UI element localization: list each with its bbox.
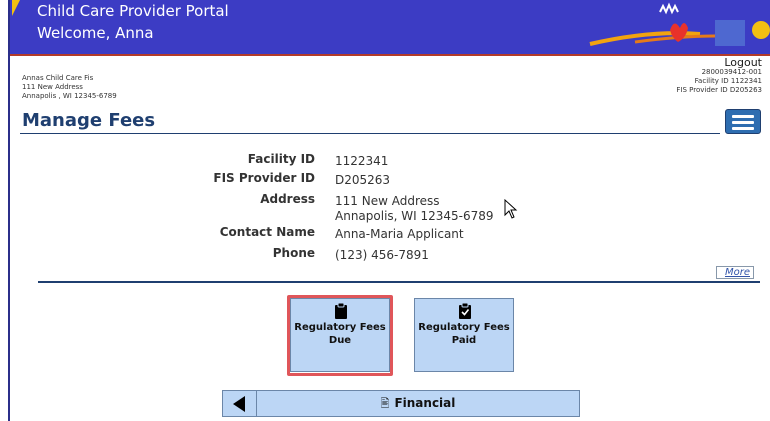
provider-address-block: Annas Child Care Fis 111 New Address Ann… <box>22 74 117 101</box>
portal-frame: Child Care Provider Portal Welcome, Anna… <box>8 0 770 421</box>
back-button[interactable] <box>223 391 257 416</box>
financial-nav-link[interactable]: 🖹 Financial <box>257 391 579 416</box>
sun-logo-icon <box>12 0 20 16</box>
more-link[interactable]: More <box>716 266 754 279</box>
menu-bar <box>732 115 754 118</box>
tile-label-line1: Regulatory Fees <box>418 322 510 333</box>
account-info-block: Logout 2800039412-001 Facility ID 112234… <box>676 57 762 95</box>
welcome-text: Welcome, Anna <box>37 24 154 42</box>
menu-bar <box>732 121 754 124</box>
provider-name: Annas Child Care Fis <box>22 74 94 82</box>
title-divider <box>20 133 720 134</box>
detail-label: Contact Name <box>219 225 315 239</box>
detail-value: (123) 456-7891 <box>335 248 429 262</box>
detail-value: Anna-Maria Applicant <box>335 227 464 241</box>
portal-header: Child Care Provider Portal Welcome, Anna <box>10 0 770 56</box>
detail-value: D205263 <box>335 173 391 187</box>
mouse-cursor-icon <box>504 199 518 219</box>
clipboard-check-icon <box>459 303 471 319</box>
tile-label-line2: Paid <box>451 335 477 346</box>
section-divider <box>38 281 760 283</box>
selected-tile-highlight <box>287 295 393 376</box>
money-icon: 🖹 <box>380 397 390 410</box>
provider-address-line2: Annapolis , WI 12345-6789 <box>22 92 117 100</box>
logout-link[interactable]: Logout <box>676 57 762 68</box>
back-arrow-icon <box>233 396 245 412</box>
portal-logo-art-icon <box>589 2 770 46</box>
fis-provider-line: FIS Provider ID D205263 <box>676 86 762 94</box>
hamburger-menu-button[interactable] <box>725 109 761 134</box>
detail-value: 1122341 <box>335 154 389 168</box>
detail-value: 111 New Address <box>335 194 440 208</box>
page-title: Manage Fees <box>22 110 156 131</box>
financial-nav-bar: 🖹 Financial <box>222 390 580 417</box>
regulatory-fees-paid-tile[interactable]: Regulatory Fees Paid <box>414 298 514 372</box>
app-title: Child Care Provider Portal <box>37 2 229 20</box>
detail-label: Address <box>260 192 315 206</box>
detail-label: Phone <box>272 246 315 260</box>
financial-label: Financial <box>394 396 456 410</box>
detail-value-line2: Annapolis, WI 12345-6789 <box>335 209 494 223</box>
account-number: 2800039412-001 <box>701 68 762 76</box>
tile-label: Regulatory Fees Paid <box>415 321 513 347</box>
provider-address-line1: 111 New Address <box>22 83 83 91</box>
detail-label: FIS Provider ID <box>213 171 315 185</box>
menu-bar <box>732 127 754 130</box>
facility-id-line: Facility ID 1122341 <box>694 77 762 85</box>
detail-label: Facility ID <box>247 152 315 166</box>
